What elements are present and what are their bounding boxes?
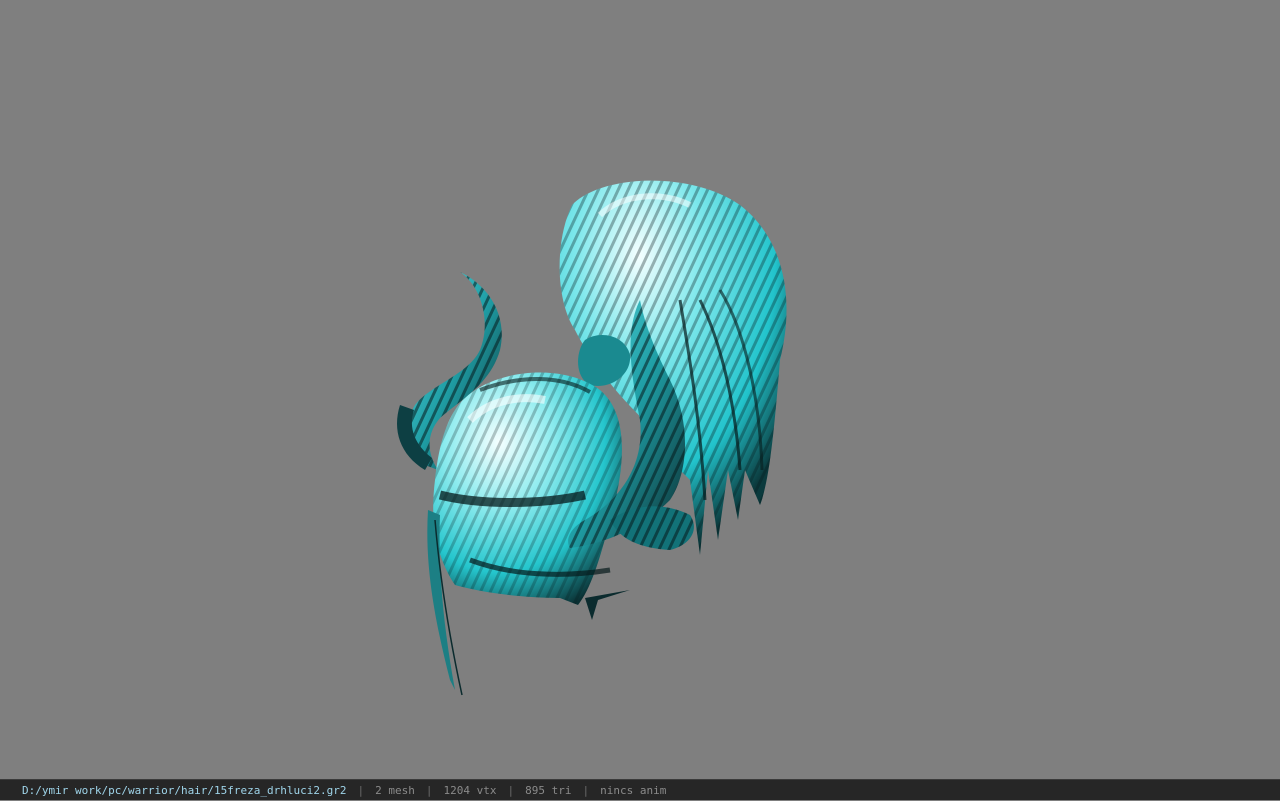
status-bar: D:/ymir work/pc/warrior/hair/15freza_drh… [0,779,1280,800]
anim-status-label: nincs anim [600,783,667,797]
model-render [397,180,787,696]
mesh-count-label: 2 mesh [375,783,415,797]
triangle-count-label: 895 tri [525,783,572,797]
status-separator: | [425,783,433,797]
status-separator: | [582,783,590,797]
file-path-label: D:/ymir work/pc/warrior/hair/15freza_drh… [22,783,347,797]
status-separator: | [507,783,515,797]
3d-viewport[interactable] [0,0,1280,779]
status-separator: | [357,783,365,797]
vertex-count-label: 1204 vtx [443,783,497,797]
